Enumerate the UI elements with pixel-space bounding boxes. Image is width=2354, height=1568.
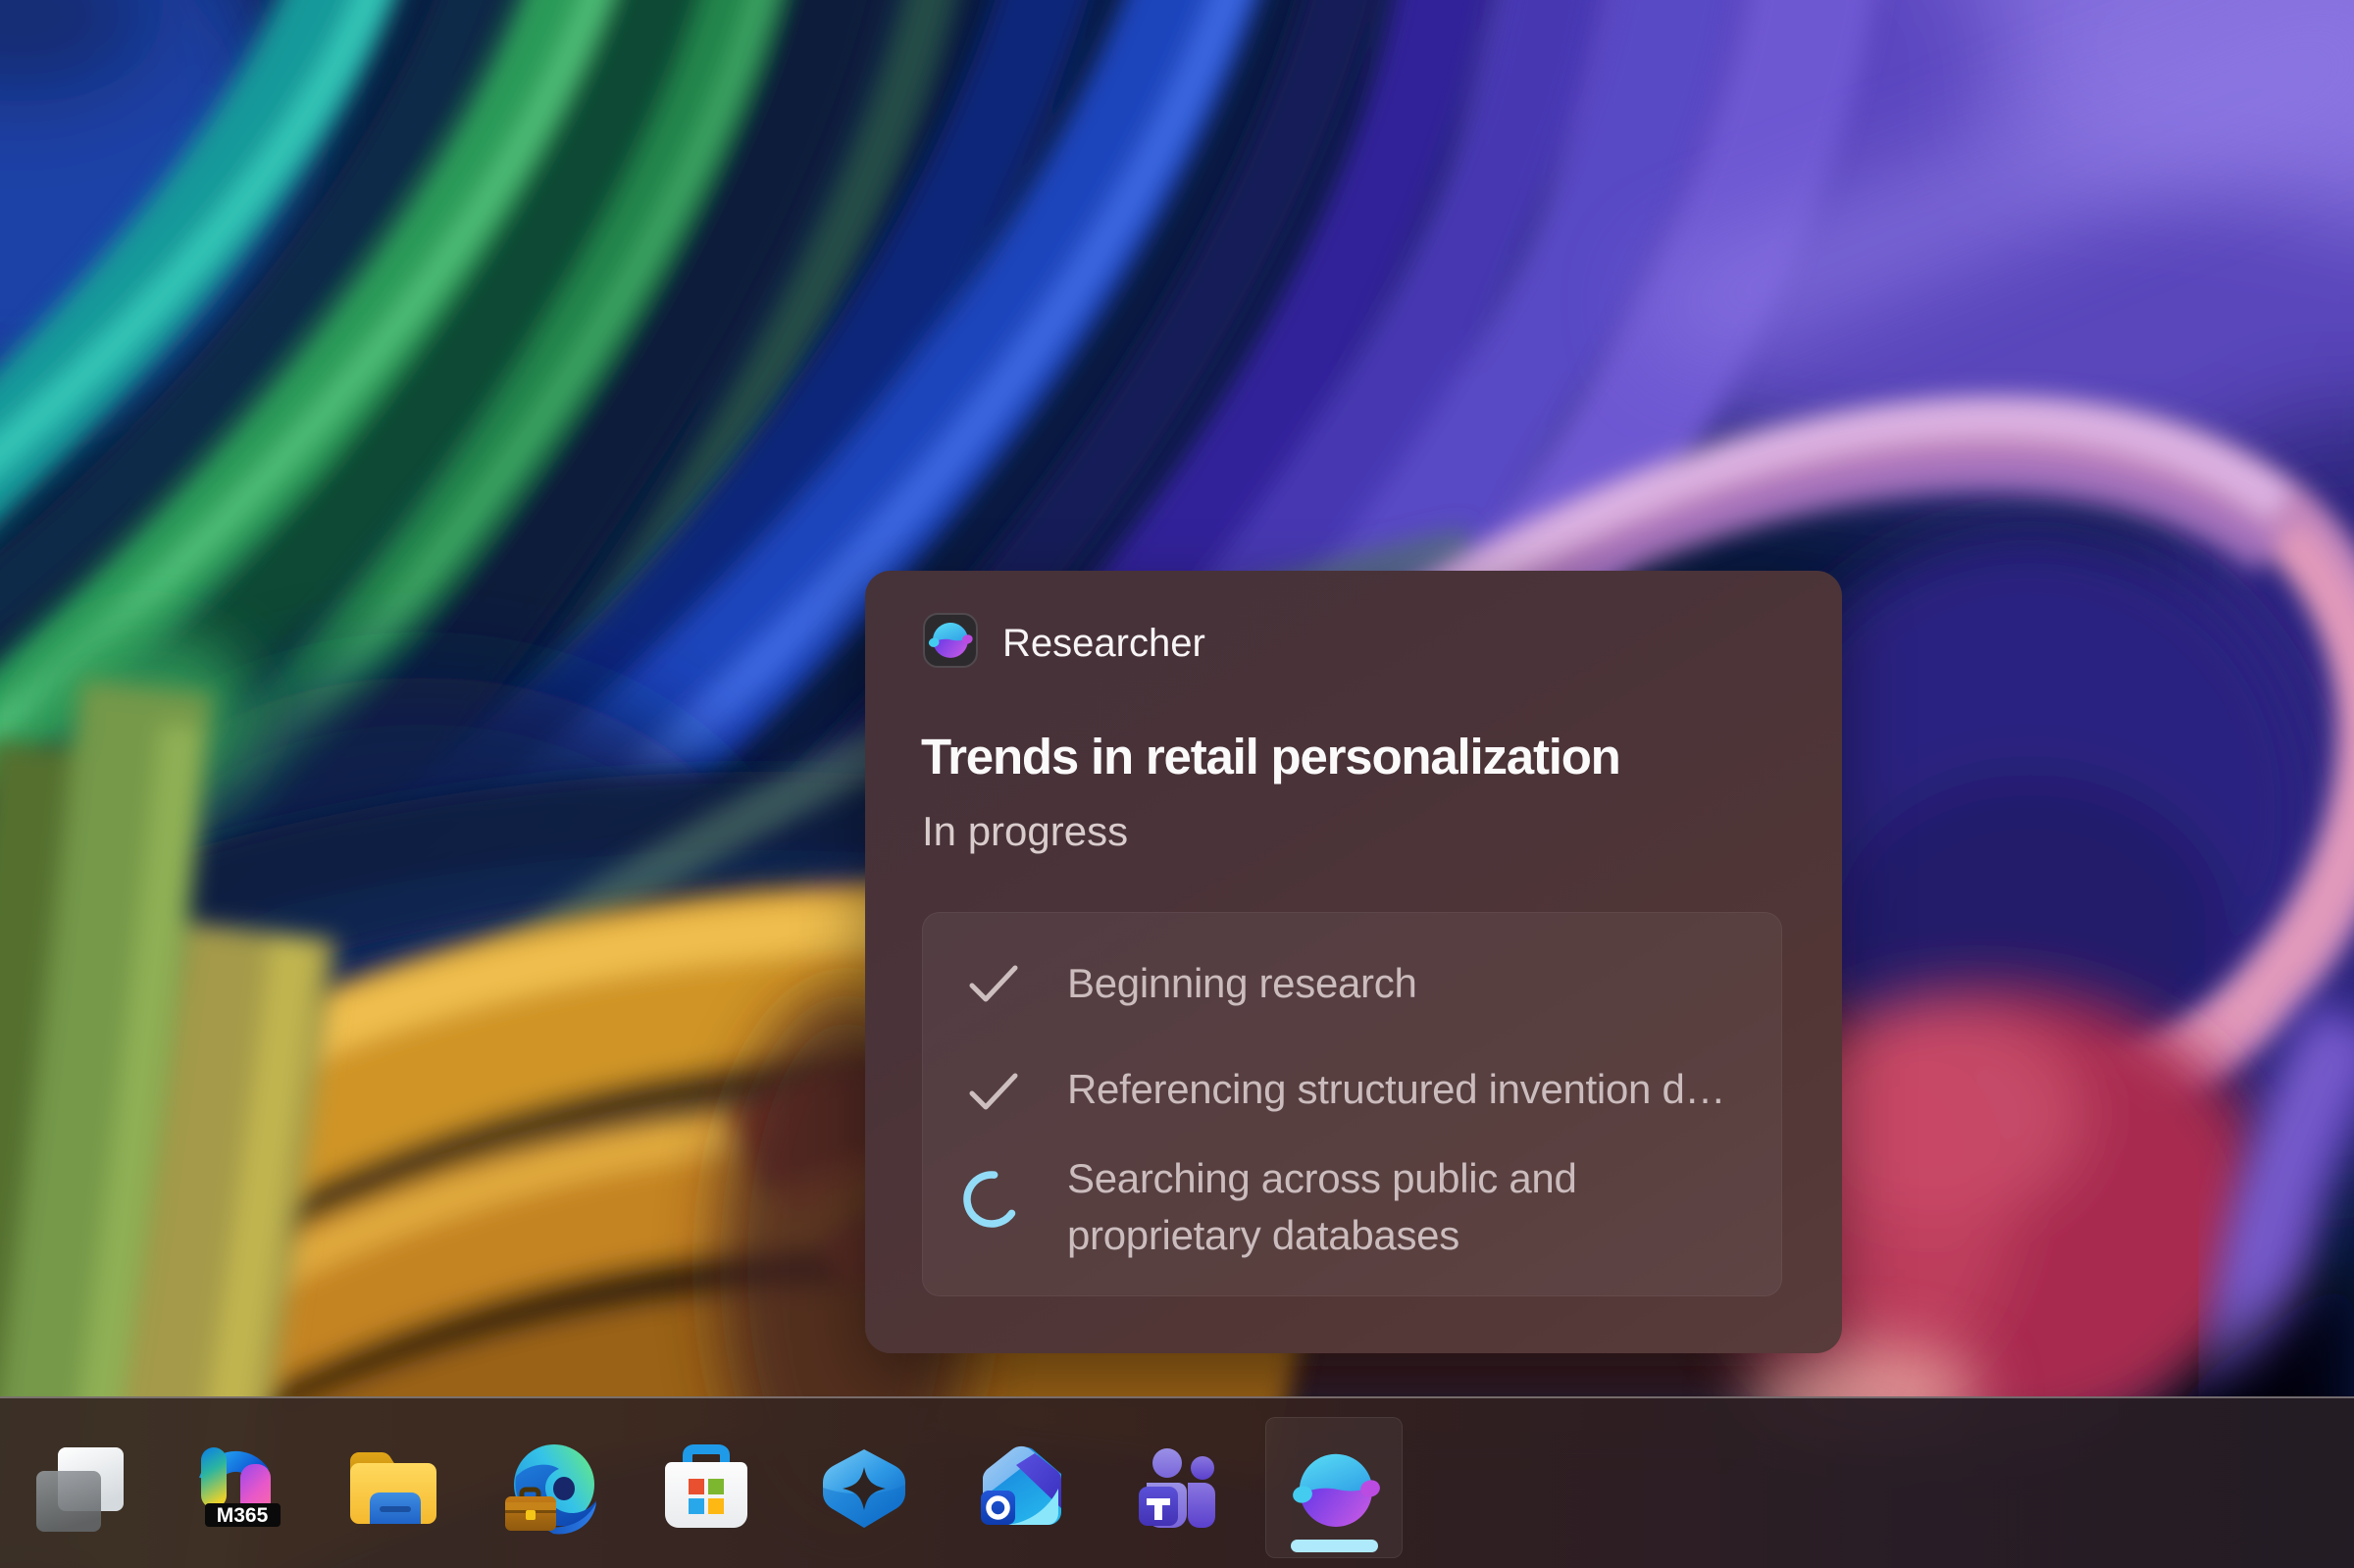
svg-text:M365: M365 — [217, 1504, 269, 1527]
